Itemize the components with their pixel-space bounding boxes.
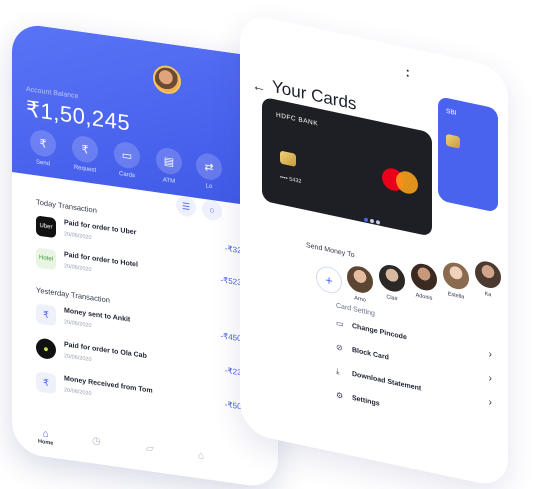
search-icon[interactable]: ○	[202, 198, 222, 222]
loan-label: Lo	[205, 183, 213, 191]
send-action[interactable]: ₹ Send	[28, 128, 58, 168]
chevron-right-icon: ›	[488, 396, 492, 409]
hdfc-card[interactable]: HDFC BANK •••• 5432	[262, 96, 432, 237]
ola-icon: ●	[36, 337, 56, 361]
send-label: Send	[35, 159, 50, 168]
avatar	[378, 261, 406, 296]
contact-name: Ka	[484, 290, 492, 299]
pincode-icon: ▭	[336, 318, 344, 330]
atm-action[interactable]: ▤ ATM	[154, 146, 184, 186]
more-icon[interactable]: ..	[406, 60, 409, 80]
setting-label: Change Pincode	[352, 322, 407, 342]
chevron-right-icon: ›	[488, 372, 492, 385]
transaction-date: 20/06/2020	[64, 263, 92, 274]
transactions-panel: ☰ ○ Today Transaction Uber Paid for orde…	[24, 183, 260, 457]
settings-icon: ⚙	[336, 390, 344, 401]
card-bank-name: SBI	[446, 107, 457, 118]
bank-icon[interactable]: ⌂	[198, 450, 204, 462]
today-title: Today Transaction	[36, 197, 97, 215]
wallet-home-screen: Account Balance ₹1,50,245 ₹ Send ₹ Reque…	[12, 22, 278, 489]
request-label: Request	[73, 164, 97, 174]
carousel-dot[interactable]	[370, 218, 374, 224]
nav-home-label: Home	[38, 438, 54, 447]
transaction-date: 20/06/2020	[64, 319, 92, 330]
uber-icon: Uber	[36, 215, 56, 239]
yesterday-title: Yesterday Transaction	[36, 285, 110, 305]
transaction-date: 20/06/2020	[64, 387, 92, 398]
history-icon[interactable]: ◷	[92, 435, 101, 447]
card-number: •••• 5432	[280, 174, 302, 186]
sbi-card[interactable]: SBI	[438, 96, 498, 213]
chip-icon	[280, 150, 296, 167]
download-icon: ⤓	[336, 366, 340, 377]
rupee-icon: ₹	[36, 303, 56, 327]
avatar	[442, 258, 470, 293]
transaction-date: 20/06/2020	[64, 231, 92, 242]
contact-name: Clair	[386, 294, 398, 303]
transaction-date: 20/06/2020	[64, 353, 92, 364]
loan-action[interactable]: ⇄ Lo	[194, 151, 224, 192]
contact-item[interactable]: Estella	[440, 258, 472, 303]
contact-item[interactable]: Clair	[376, 261, 408, 305]
setting-label: Settings	[352, 394, 380, 408]
contact-name: Adonis	[415, 292, 433, 302]
chevron-right-icon: ›	[488, 348, 492, 361]
avatar	[346, 262, 374, 297]
contact-name: Estella	[447, 291, 465, 301]
card-icon: ▭	[114, 140, 140, 170]
request-icon: ₹	[72, 134, 98, 165]
card-bank-name: HDFC BANK	[276, 111, 319, 128]
request-action[interactable]: ₹ Request	[70, 134, 100, 174]
carousel-dot[interactable]	[376, 219, 380, 225]
setting-label: Block Card	[352, 346, 389, 362]
filter-icon[interactable]: ☰	[176, 195, 196, 218]
avatar	[410, 260, 438, 295]
contact-item[interactable]: Arno	[344, 262, 376, 306]
contact-item[interactable]: Adonis	[408, 260, 440, 304]
atm-label: ATM	[162, 177, 176, 185]
balance-header: Account Balance ₹1,50,245 ₹ Send ₹ Reque…	[12, 22, 278, 210]
cards-action[interactable]: ▭ Cards	[112, 140, 142, 180]
card-setting-title: Card Setting	[336, 302, 375, 318]
rupee-icon: ₹	[36, 371, 56, 395]
atm-icon: ▤	[156, 146, 182, 176]
contact-name: Arno	[354, 295, 366, 304]
chip-icon	[446, 133, 460, 149]
cards-label: Cards	[118, 171, 135, 180]
cards-screen: .. ← Your Cards HDFC BANK •••• 5432 SBI …	[240, 12, 508, 489]
add-contact-icon[interactable]: +	[316, 264, 342, 296]
nav-home[interactable]: ⌂ Home	[38, 428, 54, 447]
contact-item[interactable]: Ka	[472, 257, 504, 301]
loan-icon: ⇄	[196, 151, 222, 182]
hotel-icon: Hotel	[36, 247, 56, 271]
carousel-dots	[364, 208, 382, 230]
wallet-icon[interactable]: ▱	[146, 443, 154, 455]
avatar[interactable]	[153, 63, 181, 96]
avatar	[474, 257, 502, 292]
back-arrow-icon[interactable]: ←	[252, 77, 266, 96]
block-icon: ⊘	[336, 342, 343, 353]
carousel-dot[interactable]	[364, 217, 368, 223]
send-money-title: Send Money To	[306, 242, 355, 260]
mastercard-logo-icon	[396, 169, 418, 196]
send-icon: ₹	[30, 128, 56, 159]
